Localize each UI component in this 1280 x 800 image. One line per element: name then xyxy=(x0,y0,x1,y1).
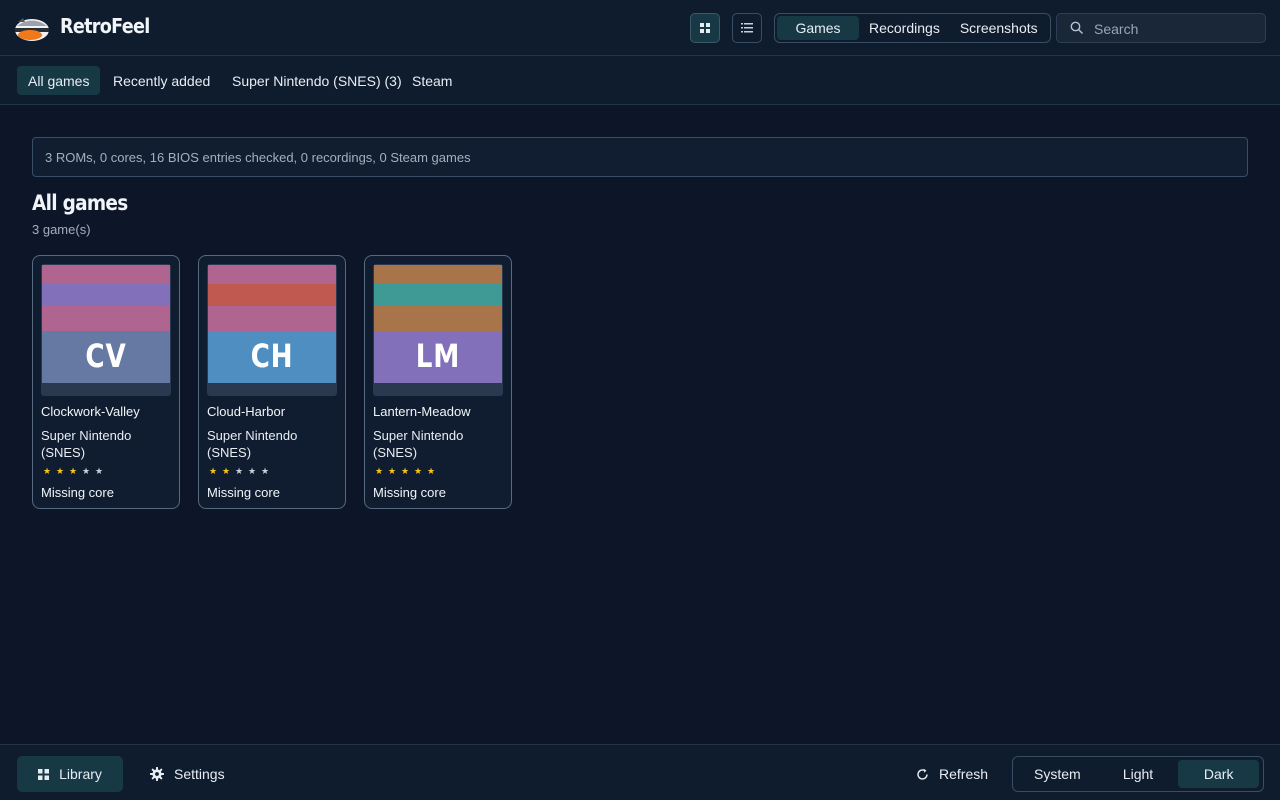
star-empty-icon[interactable]: ★ xyxy=(82,465,90,477)
grid-icon xyxy=(700,23,710,33)
star-filled-icon[interactable]: ★ xyxy=(414,465,422,477)
search-icon xyxy=(1070,21,1083,34)
star-empty-icon[interactable]: ★ xyxy=(248,465,256,477)
tab-recordings[interactable]: Recordings xyxy=(859,16,950,40)
star-filled-icon[interactable]: ★ xyxy=(209,465,217,477)
tab-screenshots[interactable]: Screenshots xyxy=(950,16,1048,40)
game-cover: CH xyxy=(207,264,337,396)
refresh-label: Refresh xyxy=(939,766,989,782)
game-platform: Super Nintendo (SNES) xyxy=(373,428,464,460)
cover-stripe xyxy=(374,284,502,306)
game-platform: Super Nintendo (SNES) xyxy=(41,428,132,460)
section-switcher: Games Recordings Screenshots xyxy=(774,13,1051,43)
game-status: Missing core xyxy=(41,485,114,500)
search-input[interactable] xyxy=(1094,19,1259,39)
nav-settings-label: Settings xyxy=(174,766,225,782)
star-filled-icon[interactable]: ★ xyxy=(388,465,396,477)
header-bar: RetroFeel Games Recordings Screenshots xyxy=(0,0,1280,56)
star-filled-icon[interactable]: ★ xyxy=(222,465,230,477)
game-card[interactable]: CV Clockwork-Valley Super Nintendo (SNES… xyxy=(32,255,180,509)
filter-recently-added[interactable]: Recently added xyxy=(102,66,221,95)
cover-initials: LM xyxy=(415,337,461,375)
cover-stripe xyxy=(42,306,170,331)
theme-light[interactable]: Light xyxy=(1098,760,1179,788)
cover-stripe xyxy=(374,265,502,284)
star-empty-icon[interactable]: ★ xyxy=(235,465,243,477)
game-card[interactable]: LM Lantern-Meadow Super Nintendo (SNES) … xyxy=(364,255,512,509)
game-card[interactable]: CH Cloud-Harbor Super Nintendo (SNES) ★ ★… xyxy=(198,255,346,509)
filter-bar: All games Recently added Super Nintendo … xyxy=(0,56,1280,105)
star-filled-icon[interactable]: ★ xyxy=(375,465,383,477)
nav-settings-button[interactable]: Settings xyxy=(138,756,237,792)
nav-library-label: Library xyxy=(59,766,102,782)
filter-all-games[interactable]: All games xyxy=(17,66,101,95)
nav-library-button[interactable]: Library xyxy=(17,756,123,792)
game-rating: ★ ★ ★ ★ ★ xyxy=(375,465,435,477)
game-rating: ★ ★ ★ ★ ★ xyxy=(209,465,269,477)
grid-icon xyxy=(38,768,50,780)
page-title: All games xyxy=(32,191,128,215)
star-filled-icon[interactable]: ★ xyxy=(69,465,77,477)
star-empty-icon[interactable]: ★ xyxy=(261,465,269,477)
theme-system[interactable]: System xyxy=(1017,760,1098,788)
refresh-button[interactable]: Refresh xyxy=(904,756,1000,792)
cover-stripe xyxy=(374,306,502,331)
gear-icon xyxy=(150,767,164,781)
theme-dark[interactable]: Dark xyxy=(1178,760,1260,788)
cover-initials: CV xyxy=(85,337,127,375)
game-status: Missing core xyxy=(373,485,446,500)
cover-stripe xyxy=(42,265,170,284)
app-title: RetroFeel xyxy=(60,14,150,38)
game-rating: ★ ★ ★ ★ ★ xyxy=(43,465,103,477)
star-filled-icon[interactable]: ★ xyxy=(56,465,64,477)
tab-games[interactable]: Games xyxy=(777,16,859,40)
list-icon xyxy=(741,23,753,33)
theme-switcher: System Light Dark xyxy=(1012,756,1264,792)
game-title: Clockwork-Valley xyxy=(41,404,140,419)
game-status: Missing core xyxy=(207,485,280,500)
refresh-icon xyxy=(917,768,928,780)
game-title: Cloud-Harbor xyxy=(207,404,286,419)
library-status-bar: 3 ROMs, 0 cores, 16 BIOS entries checked… xyxy=(32,137,1248,177)
star-filled-icon[interactable]: ★ xyxy=(43,465,51,477)
filter-steam[interactable]: Steam xyxy=(401,66,463,95)
cover-stripe xyxy=(208,306,336,331)
game-platform: Super Nintendo (SNES) xyxy=(207,428,298,460)
search-box xyxy=(1056,13,1266,43)
game-count: 3 game(s) xyxy=(32,222,91,237)
app-logo-icon xyxy=(15,18,49,41)
star-filled-icon[interactable]: ★ xyxy=(427,465,435,477)
cover-stripe xyxy=(208,284,336,306)
star-empty-icon[interactable]: ★ xyxy=(95,465,103,477)
game-title: Lantern-Meadow xyxy=(373,404,471,419)
cover-stripe xyxy=(208,265,336,284)
game-cover: CV xyxy=(41,264,171,396)
cover-initials: CH xyxy=(250,337,294,375)
star-filled-icon[interactable]: ★ xyxy=(401,465,409,477)
grid-view-button[interactable] xyxy=(690,13,720,43)
app-window: RetroFeel Games Recordings Screenshots S… xyxy=(0,0,1280,800)
filter-snes[interactable]: Super Nintendo (SNES) (3) xyxy=(221,66,413,95)
cover-stripe xyxy=(42,284,170,306)
list-view-button[interactable] xyxy=(732,13,762,43)
game-cover: LM xyxy=(373,264,503,396)
footer-bar: Library Settings Refresh System Light Da… xyxy=(0,744,1280,800)
